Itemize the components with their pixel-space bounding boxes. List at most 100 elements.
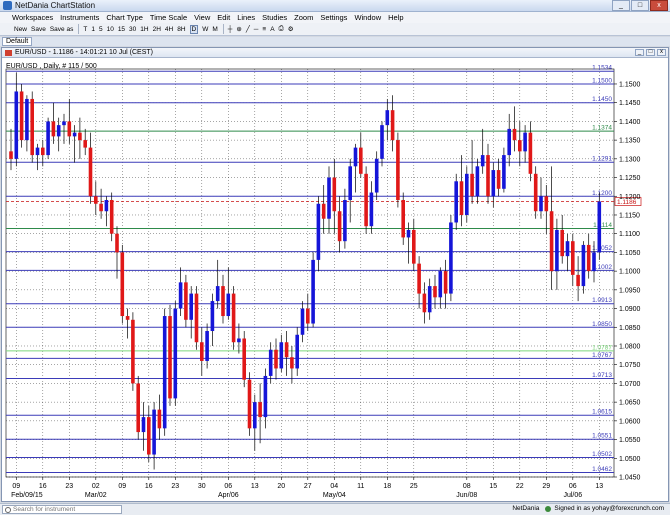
print-icon[interactable]: ⎙ (279, 25, 284, 33)
candle-body (210, 301, 215, 332)
menu-instruments[interactable]: Instruments (60, 13, 99, 22)
text-tool-icon[interactable]: A (270, 26, 274, 33)
candle-body (247, 379, 252, 429)
trendline-icon[interactable]: ╱ (246, 25, 250, 33)
period-8h-button[interactable]: 8H (177, 26, 185, 33)
period-2h-button[interactable]: 2H (153, 26, 161, 33)
menu-settings[interactable]: Settings (320, 13, 347, 22)
candle-body (205, 331, 209, 361)
period-4h-button[interactable]: 4H (165, 26, 173, 33)
menu-window[interactable]: Window (354, 13, 381, 22)
period-monthly-button[interactable]: M (212, 26, 217, 33)
candle-body (491, 170, 496, 197)
fibonacci-icon[interactable]: ≡ (262, 26, 266, 33)
candle-body (152, 409, 156, 455)
period-30-button[interactable]: 30 (129, 26, 136, 33)
chart-minimize-button[interactable]: _ (635, 49, 644, 56)
signed-in-label: Signed in as yohay@forexcrunch.com (554, 505, 664, 512)
period-daily-button[interactable]: D (189, 24, 199, 34)
menu-view[interactable]: View (194, 13, 210, 22)
y-tick-label: 1.1300 (619, 156, 641, 163)
candle-body (316, 203, 321, 260)
new-button[interactable]: New (14, 26, 27, 33)
title-bar: NetDania ChartStation _ □ x (0, 0, 670, 12)
period-weekly-button[interactable]: W (202, 26, 208, 33)
candle-body (427, 286, 432, 313)
candle-body (25, 98, 29, 141)
horizontal-line-label: 1.1114 (593, 222, 612, 229)
period-1h-button[interactable]: 1H (140, 26, 148, 33)
menu-workspaces[interactable]: Workspaces (12, 13, 53, 22)
chart-header: EUR/USD - 1.1186 - 14:01:21 10 Jul (CEST… (2, 48, 668, 58)
grid-layer (5, 68, 615, 478)
y-tick-label: 1.0750 (619, 362, 641, 369)
candle-body (576, 274, 580, 287)
save-button[interactable]: Save (31, 26, 46, 33)
candle-body (343, 200, 347, 242)
x-tick-label: 04 (330, 483, 338, 490)
status-right: NetDania Signed in as yohay@forexcrunch.… (512, 505, 664, 512)
horizontal-line-label: 1.0913 (592, 297, 612, 304)
instrument-search[interactable] (2, 505, 122, 514)
horizontal-line-label: 1.1500 (592, 77, 612, 84)
menu-lines[interactable]: Lines (237, 13, 255, 22)
y-tick-label: 1.1150 (619, 212, 640, 219)
close-button[interactable]: x (650, 0, 668, 11)
toolbar: New Save Save as T 1 5 10 15 30 1H 2H 4H… (0, 23, 670, 36)
candle-body (311, 259, 315, 324)
y-tick-label: 1.0450 (619, 475, 641, 482)
candle-body (200, 342, 204, 361)
horizontal-line-label: 1.0787 (592, 344, 612, 351)
period-10-button[interactable]: 10 (107, 26, 114, 33)
horizontal-line-label: 1.0462 (592, 466, 612, 473)
crosshair-icon[interactable]: ┼ (228, 26, 233, 33)
period-tick-button[interactable]: T (83, 26, 87, 33)
magnify-icon[interactable]: ⊕ (236, 25, 241, 33)
candle-body (380, 125, 384, 159)
save-as-button[interactable]: Save as (50, 26, 74, 33)
candle-body (14, 91, 19, 159)
chart-maximize-button[interactable]: □ (646, 49, 655, 56)
brand-label: NetDania (512, 505, 540, 512)
x-tick-label: 25 (410, 483, 418, 490)
y-tick-label: 1.0650 (619, 400, 641, 407)
candle-body (518, 140, 522, 152)
menu-studies[interactable]: Studies (262, 13, 287, 22)
y-tick-label: 1.1000 (619, 269, 641, 276)
tab-default[interactable]: Default (2, 37, 33, 46)
menu-edit[interactable]: Edit (217, 13, 230, 22)
menu-zoom[interactable]: Zoom (294, 13, 313, 22)
x-month-label: Mar/02 (85, 492, 107, 499)
candle-body (62, 121, 66, 126)
menu-time-scale[interactable]: Time Scale (150, 13, 187, 22)
candle-body (533, 173, 538, 212)
candle-body (454, 181, 458, 223)
horizontal-line-icon[interactable]: ─ (254, 26, 259, 33)
app-icon (3, 1, 12, 10)
search-input[interactable] (13, 506, 113, 513)
menu-help[interactable]: Help (388, 13, 403, 22)
candle-body (348, 166, 352, 201)
chart-close-button[interactable]: x (657, 49, 666, 56)
period-1-button[interactable]: 1 (91, 26, 95, 33)
candle-body (438, 271, 443, 298)
settings-icon[interactable]: ⚙ (288, 25, 294, 33)
status-bar: NetDania Signed in as yohay@forexcrunch.… (0, 503, 670, 515)
candlestick-chart[interactable]: EUR/USD , Daily, # 115 / 500 1.15341.150… (2, 59, 668, 502)
x-tick-label: 18 (383, 483, 391, 490)
x-tick-label: 02 (92, 483, 100, 490)
menu-chart-type[interactable]: Chart Type (106, 13, 143, 22)
minimize-button[interactable]: _ (612, 0, 630, 11)
y-tick-label: 1.0700 (619, 381, 641, 388)
period-15-button[interactable]: 15 (118, 26, 125, 33)
candle-body (369, 192, 374, 227)
candle-body (571, 241, 575, 275)
maximize-button[interactable]: □ (631, 0, 649, 11)
candle-body (465, 173, 469, 215)
x-tick-label: 16 (145, 483, 153, 490)
y-tick-label: 1.1100 (619, 231, 640, 238)
horizontal-line-label: 1.1450 (592, 96, 612, 103)
candle-body (78, 132, 82, 141)
candle-body (390, 110, 395, 141)
period-5-button[interactable]: 5 (99, 26, 103, 33)
